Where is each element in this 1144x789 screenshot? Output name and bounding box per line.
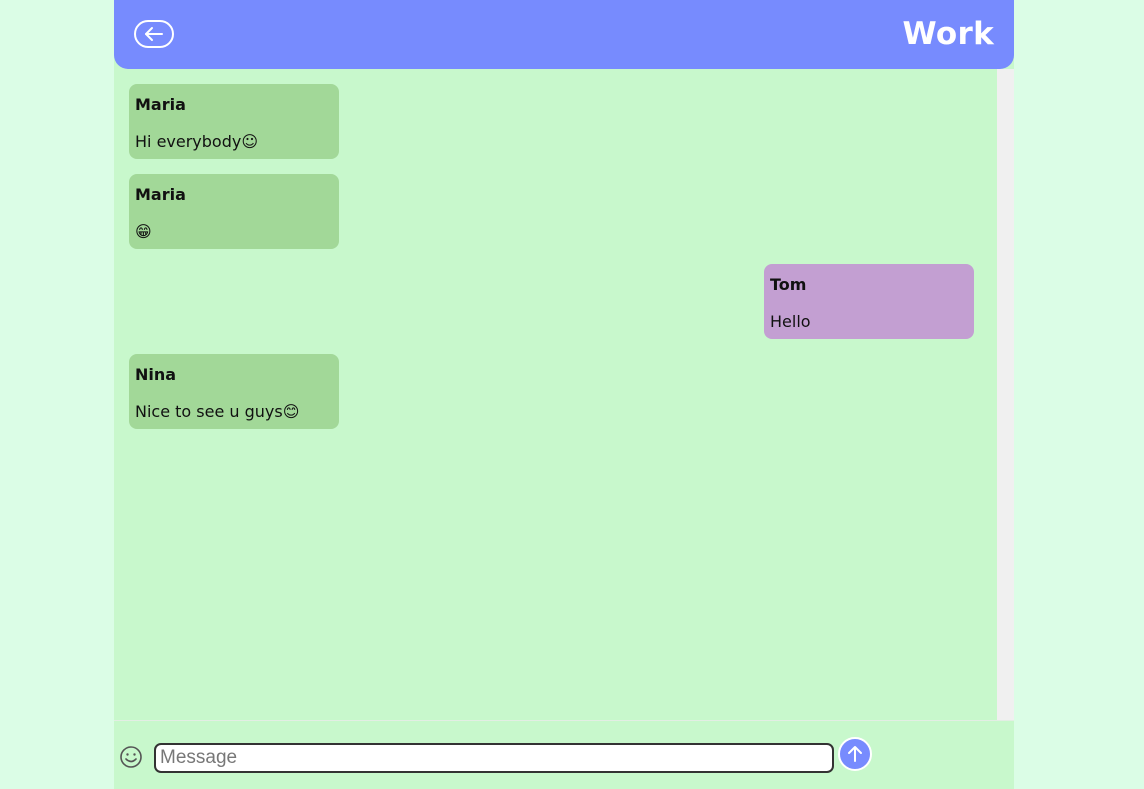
message-bubble: Tom Hello (764, 264, 974, 339)
back-arrow-icon (134, 20, 174, 48)
send-button[interactable] (838, 737, 872, 771)
back-button[interactable] (134, 20, 174, 48)
message-bubble: Nina Nice to see u guys😊 (129, 354, 339, 429)
message-text: Nice to see u guys😊 (135, 402, 300, 421)
message-list[interactable]: Maria Hi everybody☺ Maria 😁 Tom Hello Ni… (114, 69, 997, 720)
send-arrow-up-icon (848, 746, 862, 762)
message-list-scrollbar[interactable] (997, 69, 1014, 720)
message-text: 😁 (135, 222, 152, 241)
chat-header: Work (114, 0, 1014, 69)
message-input[interactable] (154, 743, 834, 773)
message-sender: Maria (135, 185, 186, 204)
chat-window: Work Maria Hi everybody☺ Maria 😁 Tom Hel… (114, 0, 1014, 789)
message-text: Hello (770, 312, 811, 331)
message-text: Hi everybody☺ (135, 132, 259, 151)
emoji-button[interactable] (119, 745, 143, 769)
message-sender: Nina (135, 365, 177, 384)
message-sender: Tom (770, 275, 807, 294)
composer-bar (114, 720, 1014, 789)
chat-title: Work (902, 16, 994, 52)
message-sender: Maria (135, 95, 186, 114)
smiley-icon (120, 746, 142, 768)
message-bubble: Maria Hi everybody☺ (129, 84, 339, 159)
message-bubble: Maria 😁 (129, 174, 339, 249)
